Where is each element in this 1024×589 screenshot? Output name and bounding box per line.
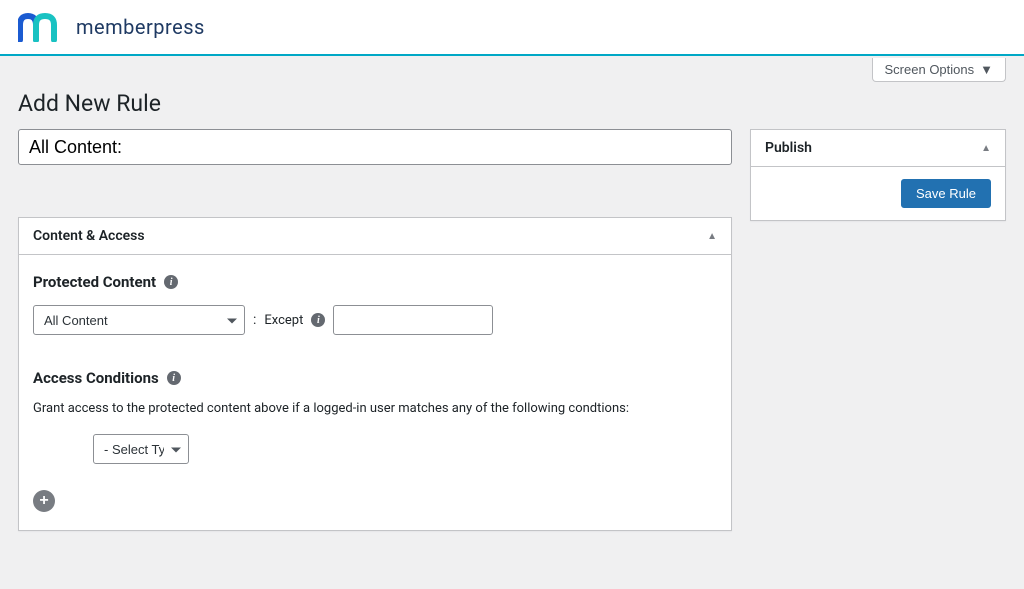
access-conditions-label-row: Access Conditions i xyxy=(33,369,717,387)
collapse-icon[interactable]: ▲ xyxy=(707,231,717,242)
publish-header[interactable]: Publish ▲ xyxy=(751,130,1005,167)
columns: Content & Access ▲ Protected Content i A… xyxy=(18,129,1006,549)
protected-content-row: All Content : Except i xyxy=(33,305,717,335)
content-access-header[interactable]: Content & Access ▲ xyxy=(19,218,731,255)
add-condition-button[interactable]: + xyxy=(33,490,55,512)
content-access-title: Content & Access xyxy=(33,228,145,244)
screen-options-label: Screen Options xyxy=(885,62,975,77)
caret-down-icon: ▼ xyxy=(980,62,993,77)
save-rule-button[interactable]: Save Rule xyxy=(901,179,991,208)
content-access-box: Content & Access ▲ Protected Content i A… xyxy=(18,217,732,531)
protected-content-label-row: Protected Content i xyxy=(33,273,717,291)
info-icon[interactable]: i xyxy=(164,275,178,289)
page-title: Add New Rule xyxy=(18,82,1006,129)
work-area: Screen Options ▼ Add New Rule Content & … xyxy=(0,56,1024,589)
collapse-icon[interactable]: ▲ xyxy=(981,143,991,154)
main-column: Content & Access ▲ Protected Content i A… xyxy=(18,129,732,549)
screen-options-button[interactable]: Screen Options ▼ xyxy=(872,58,1006,82)
rule-title-input[interactable] xyxy=(18,129,732,165)
publish-body: Save Rule xyxy=(751,167,1005,220)
conditions-row: - Select Typ xyxy=(33,434,717,464)
except-label: Except xyxy=(264,313,303,328)
side-column: Publish ▲ Save Rule xyxy=(750,129,1006,239)
condition-type-select[interactable]: - Select Typ xyxy=(93,434,189,464)
protected-content-select[interactable]: All Content xyxy=(33,305,245,335)
publish-title: Publish xyxy=(765,140,812,156)
plus-icon: + xyxy=(39,493,48,509)
brand-name: memberpress xyxy=(76,15,205,39)
access-conditions-description: Grant access to the protected content ab… xyxy=(33,401,717,416)
memberpress-logo-icon xyxy=(18,12,64,42)
except-input[interactable] xyxy=(333,305,493,335)
info-icon[interactable]: i xyxy=(167,371,181,385)
access-conditions-label: Access Conditions xyxy=(33,369,159,387)
protected-content-label: Protected Content xyxy=(33,273,156,291)
protected-content-select-wrap: All Content xyxy=(33,305,245,335)
info-icon[interactable]: i xyxy=(311,313,325,327)
brand-logo: memberpress xyxy=(18,12,205,42)
brand-header: memberpress xyxy=(0,0,1024,56)
content-access-body: Protected Content i All Content : Except… xyxy=(19,255,731,530)
colon-separator: : xyxy=(253,312,256,328)
condition-type-select-wrap: - Select Typ xyxy=(93,434,189,464)
screen-options-bar: Screen Options ▼ xyxy=(18,56,1006,82)
publish-box: Publish ▲ Save Rule xyxy=(750,129,1006,221)
